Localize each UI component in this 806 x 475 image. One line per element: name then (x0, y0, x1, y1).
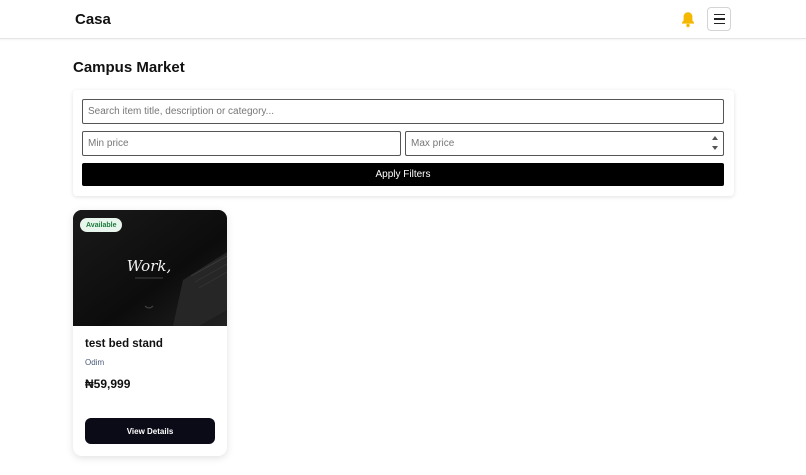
max-price-field (405, 131, 724, 156)
view-details-button[interactable]: View Details (85, 418, 215, 444)
listing-title[interactable]: test bed stand (85, 338, 163, 350)
spinner-down-icon[interactable] (712, 146, 718, 150)
listing-image[interactable]: Work, Available (73, 210, 227, 326)
hamburger-menu-button[interactable] (707, 7, 731, 31)
listing-seller: Odim (85, 358, 105, 367)
status-badge: Available (80, 218, 123, 232)
listing-price: ₦59,999 (85, 377, 131, 391)
filter-panel: Apply Filters (73, 90, 734, 196)
brand-logo-text[interactable]: Casa (75, 11, 111, 28)
max-price-input[interactable] (405, 131, 724, 156)
hamburger-menu-icon (713, 13, 725, 16)
listing-card[interactable]: Work, Available test bed stand Odim ₦59,… (73, 210, 227, 456)
spinner-up-icon[interactable] (712, 136, 718, 140)
number-spinner-icon[interactable] (711, 136, 719, 150)
bell-icon[interactable] (680, 11, 696, 28)
top-navbar: Casa (0, 0, 806, 39)
search-input[interactable] (82, 99, 724, 124)
min-price-input[interactable] (82, 131, 401, 156)
apply-filters-button[interactable]: Apply Filters (82, 163, 724, 186)
page-title: Campus Market (73, 59, 185, 76)
listing-image-caption: Work, (127, 257, 171, 275)
